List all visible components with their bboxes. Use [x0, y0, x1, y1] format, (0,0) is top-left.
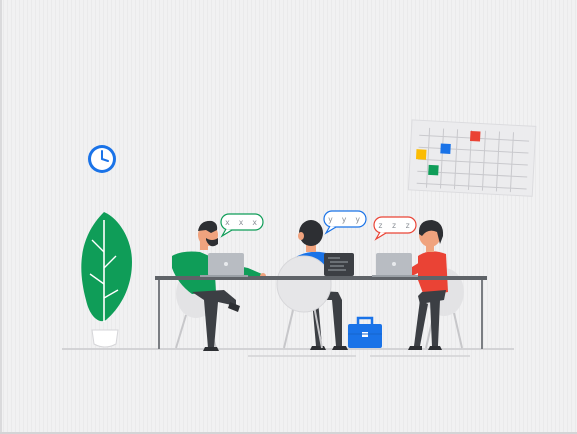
potted-plant	[81, 212, 132, 348]
office-scene: x x x y y y z z z	[0, 0, 577, 434]
calendar-board	[407, 119, 537, 197]
briefcase-icon	[348, 316, 382, 348]
floor	[62, 348, 514, 357]
speech-text-right: z z z	[378, 221, 412, 230]
laptop-right	[372, 253, 418, 277]
speech-text-middle: y y y	[328, 215, 362, 224]
speech-bubble-left: x x x	[220, 213, 264, 238]
person-right	[392, 220, 448, 350]
person-left	[172, 220, 266, 351]
speech-bubble-right: z z z	[373, 216, 417, 241]
illustration: x x x y y y z z z	[62, 119, 537, 357]
chair-middle	[276, 255, 332, 349]
speech-text-left: x x x	[225, 218, 259, 227]
wall-clock-icon	[88, 145, 116, 173]
speech-bubble-middle: y y y	[323, 210, 367, 235]
laptop-middle	[324, 253, 354, 276]
